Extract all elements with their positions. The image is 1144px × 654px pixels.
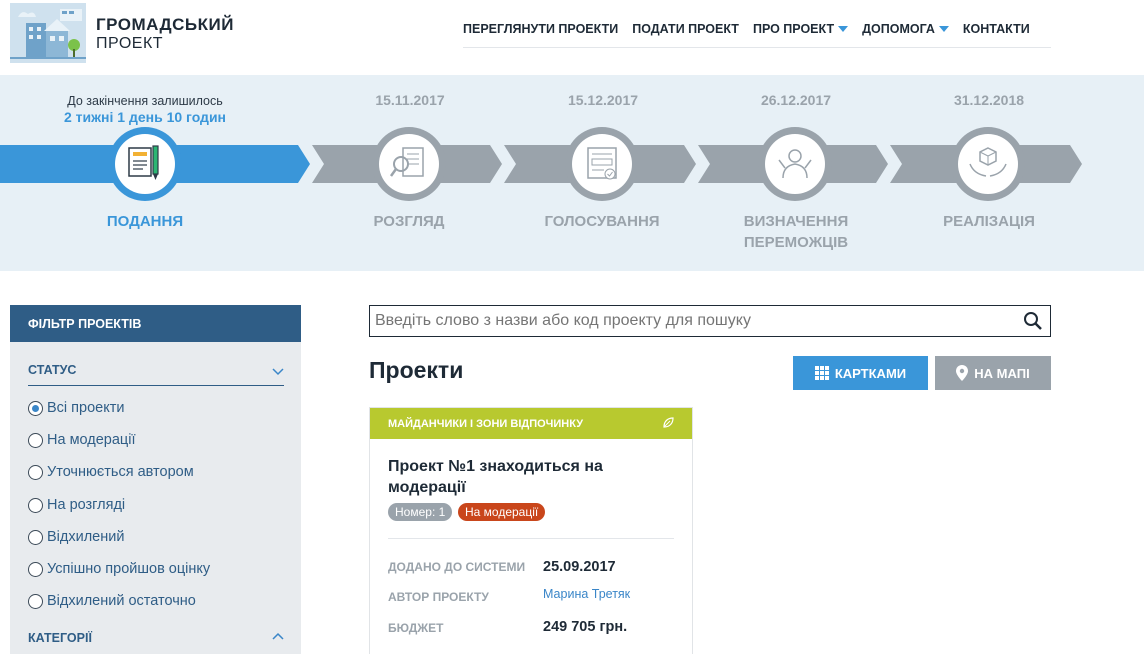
categories-label: КАТЕГОРІЇ: [28, 631, 92, 645]
status-option-label: На розгляді: [47, 497, 126, 513]
status-option-rejected-final[interactable]: Відхилений остаточно: [28, 593, 196, 609]
winner-icon: [778, 149, 812, 179]
search-input[interactable]: [369, 305, 1051, 337]
logo-title[interactable]: ГРОМАДСЬКИЙ: [96, 15, 234, 35]
logo-subtitle[interactable]: ПРОЕКТ: [96, 35, 163, 53]
radio-button[interactable]: [28, 464, 43, 480]
header: ГРОМАДСЬКИЙ ПРОЕКТ ПЕРЕГЛЯНУТИ ПРОЕКТИ П…: [0, 0, 1144, 75]
stage-name-submission[interactable]: ПОДАННЯ: [55, 211, 235, 232]
radio-button[interactable]: [28, 497, 43, 513]
card-divider: [388, 538, 674, 539]
status-option-label: Успішно пройшов оцінку: [47, 561, 211, 577]
status-option-rejected[interactable]: Відхилений: [28, 529, 124, 545]
map-pin-icon: [956, 365, 969, 381]
card-category: МАЙДАНЧИКИ І ЗОНИ ВІДПОЧИНКУ: [370, 408, 692, 439]
magnifier-document-icon: [389, 147, 424, 177]
main-nav: ПЕРЕГЛЯНУТИ ПРОЕКТИ ПОДАТИ ПРОЕКТ ПРО ПР…: [463, 22, 1051, 48]
caret-down-icon: [938, 26, 949, 32]
page-title: Проекти: [369, 357, 464, 383]
status-option-review[interactable]: На розгляді: [28, 497, 125, 513]
nav-label: ПОДАТИ ПРОЕКТ: [632, 22, 739, 36]
card-category-label: МАЙДАНЧИКИ І ЗОНИ ВІДПОЧИНКУ: [388, 418, 584, 430]
status-option-all[interactable]: Всі проекти: [28, 400, 124, 416]
status-section-toggle[interactable]: СТАТУС: [28, 363, 284, 386]
stage-name-implementation[interactable]: РЕАЛІЗАЦІЯ: [899, 211, 1079, 232]
stage-date: 15.12.2017: [567, 92, 639, 108]
grid-icon: [814, 366, 829, 380]
nav-about-project[interactable]: ПРО ПРОЕКТ: [752, 22, 849, 47]
status-option-label: Відхилений: [47, 529, 125, 545]
added-value: 25.09.2017: [543, 559, 616, 575]
status-badge: На модерації: [458, 503, 546, 521]
view-map-button[interactable]: НА МАПІ: [935, 356, 1051, 390]
leaf-icon: [663, 417, 674, 428]
status-option-passed[interactable]: Успішно пройшов оцінку: [28, 561, 210, 577]
status-option-label: Уточнюється автором: [47, 464, 194, 480]
nav-help[interactable]: ДОПОМОГА: [862, 22, 949, 47]
nav-submit-project[interactable]: ПОДАТИ ПРОЕКТ: [632, 22, 739, 47]
added-label: ДОДАНО ДО СИСТЕМИ: [388, 560, 526, 574]
stage-implementation[interactable]: [951, 127, 1025, 201]
nav-label: ПЕРЕГЛЯНУТИ ПРОЕКТИ: [463, 22, 619, 36]
stage-date: 26.12.2017: [760, 92, 832, 108]
stage-date: 31.12.2018: [953, 92, 1025, 108]
remaining-label: До закінчення залишилось: [67, 94, 223, 108]
nav-label: ДОПОМОГА: [862, 22, 935, 36]
filter-title: ФІЛЬТР ПРОЕКТІВ: [10, 305, 301, 342]
filter-sidebar: ФІЛЬТР ПРОЕКТІВ СТАТУС Всі проекти На мо…: [10, 305, 301, 654]
stage-voting[interactable]: [565, 127, 639, 201]
nav-view-projects[interactable]: ПЕРЕГЛЯНУТИ ПРОЕКТИ: [463, 22, 618, 47]
card-title[interactable]: Проект №1 знаходиться на модерації: [388, 456, 668, 498]
search-icon[interactable]: [1023, 311, 1043, 331]
status-option-moderation[interactable]: На модерації: [28, 432, 136, 448]
budget-label: БЮДЖЕТ: [388, 621, 444, 635]
radio-button[interactable]: [28, 561, 43, 577]
radio-button[interactable]: [28, 529, 43, 545]
radio-button[interactable]: [28, 593, 43, 609]
stage-name-voting[interactable]: ГОЛОСУВАННЯ: [512, 211, 692, 232]
view-cards-button[interactable]: КАРТКАМИ: [793, 356, 928, 390]
stage-name-winners[interactable]: ВИЗНАЧЕННЯ ПЕРЕМОЖЦІВ: [706, 211, 886, 253]
nav-contacts[interactable]: КОНТАКТИ: [963, 22, 1030, 47]
budget-value: 249 705 грн.: [543, 619, 628, 635]
status-option-label: Всі проекти: [47, 400, 125, 416]
stage-winners[interactable]: [758, 127, 832, 201]
nav-label: ПРО ПРОЕКТ: [752, 22, 835, 36]
remaining-value: 2 тижні 1 день 10 годин: [63, 109, 227, 125]
stage-review[interactable]: [372, 127, 446, 201]
chevron-up-icon: [272, 632, 284, 640]
project-card[interactable]: МАЙДАНЧИКИ І ЗОНИ ВІДПОЧИНКУ Проект №1 з…: [369, 407, 693, 654]
caret-down-icon: [838, 26, 849, 32]
author-label: АВТОР ПРОЕКТУ: [388, 590, 489, 604]
status-label: СТАТУС: [28, 363, 77, 377]
stage-timeline: До закінчення залишилось 2 тижні 1 день …: [0, 75, 1144, 271]
status-option-label: На модерації: [47, 432, 136, 448]
radio-button[interactable]: [28, 400, 43, 416]
logo-image[interactable]: [10, 3, 86, 63]
radio-button[interactable]: [28, 432, 43, 448]
stage-name-review[interactable]: РОЗГЛЯД: [319, 211, 499, 232]
categories-section-toggle[interactable]: КАТЕГОРІЇ: [28, 631, 284, 645]
number-badge: Номер: 1: [388, 503, 453, 521]
hands-cube-icon: [969, 147, 1007, 177]
ballot-icon: [587, 147, 617, 180]
view-cards-label: КАРТКАМИ: [834, 365, 907, 381]
author-link[interactable]: Марина Третяк: [543, 587, 630, 601]
nav-label: КОНТАКТИ: [962, 22, 1030, 36]
stage-submission[interactable]: [108, 127, 182, 201]
chevron-down-icon: [272, 368, 284, 376]
view-map-label: НА МАПІ: [974, 365, 1030, 381]
document-pen-icon: [128, 145, 159, 180]
status-option-label: Відхилений остаточно: [47, 593, 196, 609]
stage-date: 15.11.2017: [375, 92, 445, 108]
status-option-clarifying[interactable]: Уточнюється автором: [28, 464, 194, 480]
